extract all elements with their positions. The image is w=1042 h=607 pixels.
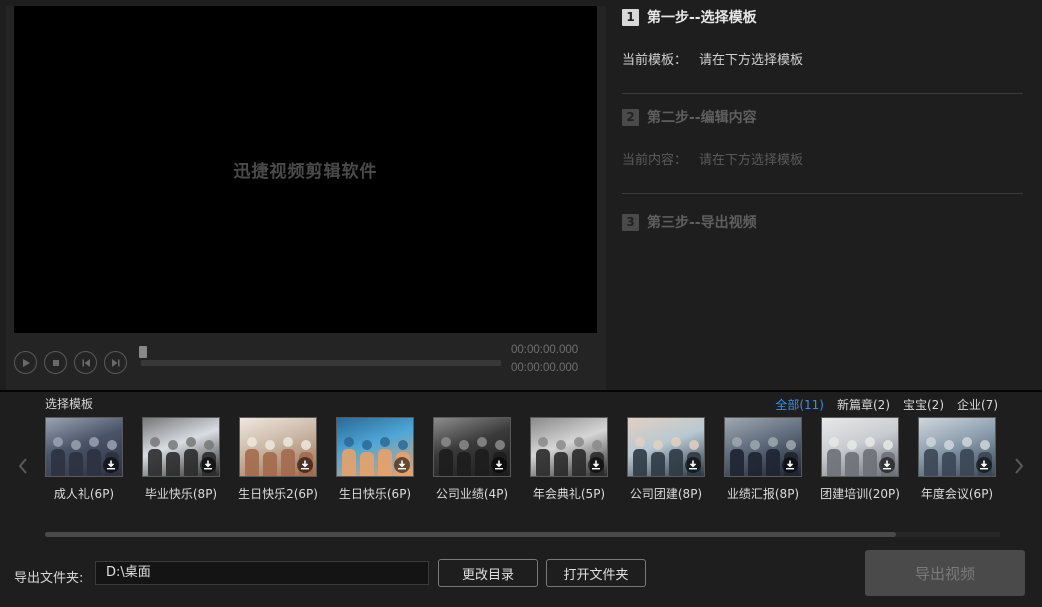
step-3-number: 3 — [622, 213, 639, 231]
play-button[interactable] — [14, 351, 37, 374]
template-item[interactable]: 公司业绩(4P) — [433, 417, 511, 502]
current-template-key: 当前模板： — [622, 53, 688, 68]
download-icon[interactable] — [588, 457, 604, 473]
download-icon[interactable] — [782, 457, 798, 473]
play-icon — [22, 358, 30, 367]
step-3-label: 第三步--导出视频 — [647, 215, 757, 231]
template-label: 公司业绩(4P) — [435, 487, 509, 501]
template-thumbnail[interactable] — [530, 417, 608, 477]
template-thumbnail[interactable] — [336, 417, 414, 477]
progress-handle[interactable] — [139, 346, 147, 358]
step-2-number: 2 — [622, 108, 639, 126]
export-folder-label: 导出文件夹: — [14, 571, 84, 586]
download-icon[interactable] — [976, 457, 992, 473]
export-folder-input[interactable]: D:\桌面 — [95, 561, 429, 585]
template-item[interactable]: 业绩汇报(8P) — [724, 417, 802, 502]
filter-all[interactable]: 全部(11) — [775, 396, 824, 413]
template-label: 公司团建(8P) — [629, 487, 703, 501]
step-2-info: 当前内容： 请在下方选择模板 — [622, 149, 803, 168]
template-item[interactable]: 年会典礼(5P) — [530, 417, 608, 502]
template-label: 生日快乐(6P) — [338, 487, 412, 501]
previous-frame-icon — [82, 358, 90, 367]
video-preview[interactable]: 迅捷视频剪辑软件 — [14, 6, 597, 333]
download-icon[interactable] — [200, 457, 216, 473]
template-thumbnail[interactable] — [433, 417, 511, 477]
scroll-right-button[interactable] — [1012, 456, 1026, 476]
step-2-label: 第二步--编辑内容 — [647, 110, 757, 126]
video-player: 迅捷视频剪辑软件 00:00:00.000 00:00:00.000 — [6, 6, 606, 390]
step-1-info: 当前模板： 请在下方选择模板 — [622, 49, 803, 68]
current-content-key: 当前内容： — [622, 153, 688, 168]
template-list: 成人礼(6P) 毕业快乐(8P) 生日快乐2(6P) 生日快乐(6P) 公司业绩(4P)… — [45, 417, 1000, 502]
template-strip: 选择模板 全部(11) 新篇章(2) 宝宝(2) 企业(7) 成人礼(6P) 毕业… — [0, 392, 1042, 537]
divider — [622, 193, 1023, 194]
template-label: 年会典礼(5P) — [532, 487, 606, 501]
template-item[interactable]: 生日快乐(6P) — [336, 417, 414, 502]
template-label: 生日快乐2(6P) — [238, 487, 318, 501]
filter-new-chapter[interactable]: 新篇章(2) — [837, 396, 890, 413]
template-filters: 全部(11) 新篇章(2) 宝宝(2) 企业(7) — [775, 396, 998, 413]
current-content-value: 请在下方选择模板 — [699, 153, 804, 168]
template-item[interactable]: 成人礼(6P) — [45, 417, 123, 502]
template-item[interactable]: 毕业快乐(8P) — [142, 417, 220, 502]
chevron-right-icon — [1015, 458, 1024, 474]
step-1-title: 1 第一步--选择模板 — [622, 7, 757, 27]
template-label: 团建培训(20P) — [820, 487, 900, 501]
template-thumbnail[interactable] — [45, 417, 123, 477]
template-thumbnail[interactable] — [627, 417, 705, 477]
step-2-title: 2 第二步--编辑内容 — [622, 107, 757, 127]
steps-panel: 1 第一步--选择模板 当前模板： 请在下方选择模板 2 第二步--编辑内容 当前… — [607, 0, 1042, 390]
step-1-label: 第一步--选择模板 — [647, 10, 757, 26]
top-area: 迅捷视频剪辑软件 00:00:00.000 00:00:00.000 1 第一步… — [0, 0, 1042, 390]
download-icon[interactable] — [103, 457, 119, 473]
step-3-title: 3 第三步--导出视频 — [622, 212, 757, 232]
scroll-left-button[interactable] — [16, 456, 30, 476]
export-video-button[interactable]: 导出视频 — [865, 550, 1025, 596]
template-label: 年度会议(6P) — [920, 487, 994, 501]
template-thumbnail[interactable] — [918, 417, 996, 477]
template-item[interactable]: 公司团建(8P) — [627, 417, 705, 502]
template-label: 业绩汇报(8P) — [726, 487, 800, 501]
template-label: 成人礼(6P) — [53, 487, 115, 501]
template-item[interactable]: 团建培训(20P) — [820, 417, 900, 502]
download-icon[interactable] — [297, 457, 313, 473]
template-thumbnail[interactable] — [142, 417, 220, 477]
template-label: 毕业快乐(8P) — [144, 487, 218, 501]
change-directory-button[interactable]: 更改目录 — [438, 559, 538, 587]
template-item[interactable]: 生日快乐2(6P) — [238, 417, 318, 502]
current-template-value: 请在下方选择模板 — [699, 53, 804, 68]
template-thumbnail[interactable] — [821, 417, 899, 477]
total-time: 00:00:00.000 — [511, 362, 579, 374]
stop-icon — [52, 359, 59, 366]
current-time: 00:00:00.000 — [511, 344, 579, 356]
next-frame-button[interactable] — [104, 351, 127, 374]
next-frame-icon — [111, 358, 119, 367]
filter-enterprise[interactable]: 企业(7) — [957, 396, 998, 413]
template-item[interactable]: 年度会议(6P) — [918, 417, 996, 502]
export-bar: 导出文件夹: D:\桌面 更改目录 打开文件夹 导出视频 — [0, 537, 1042, 607]
download-icon[interactable] — [879, 457, 895, 473]
download-icon[interactable] — [491, 457, 507, 473]
step-1-number: 1 — [622, 8, 639, 26]
previous-frame-button[interactable] — [74, 351, 97, 374]
filter-baby[interactable]: 宝宝(2) — [903, 396, 944, 413]
stop-button[interactable] — [44, 351, 67, 374]
open-folder-button[interactable]: 打开文件夹 — [546, 559, 646, 587]
download-icon[interactable] — [685, 457, 701, 473]
template-heading: 选择模板 — [45, 397, 94, 411]
template-thumbnail[interactable] — [724, 417, 802, 477]
template-thumbnail[interactable] — [239, 417, 317, 477]
download-icon[interactable] — [394, 457, 410, 473]
divider — [622, 93, 1023, 94]
progress-track[interactable] — [141, 360, 501, 366]
chevron-left-icon — [18, 458, 27, 474]
video-watermark: 迅捷视频剪辑软件 — [233, 162, 378, 182]
